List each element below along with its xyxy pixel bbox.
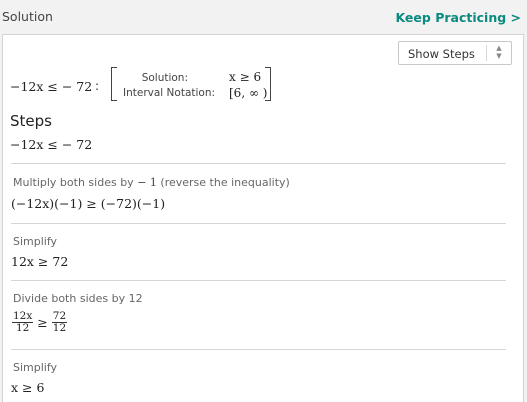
step-divider	[11, 223, 506, 224]
solution-label: Solution:	[141, 72, 188, 84]
step-divider	[11, 349, 506, 350]
step-3-expression: 12x 12 ≥ 72 12	[11, 311, 68, 334]
arrow-down-icon: ▼	[496, 52, 502, 60]
solution-header: Solution Keep Practicing >	[0, 0, 527, 34]
steps-initial-expression: −12x ≤ − 72	[10, 137, 93, 152]
step-4-label[interactable]: Simplify	[13, 361, 57, 374]
solution-panel: Show Steps ▲ ▼ −12x ≤ − 72 : Solution: x…	[2, 34, 524, 402]
dropdown-separator	[486, 45, 487, 61]
step-2-expression: 12x ≥ 72	[11, 254, 69, 269]
keep-practicing-link[interactable]: Keep Practicing >	[395, 10, 521, 25]
step-1-label-suffix: (reverse the inequality)	[160, 176, 290, 189]
fraction-right: 72 12	[51, 311, 68, 334]
show-steps-label: Show Steps	[408, 47, 475, 61]
solution-value: x ≥ 6	[229, 70, 262, 84]
fraction-right-denominator: 12	[52, 322, 67, 334]
left-bracket	[111, 67, 117, 101]
show-steps-dropdown[interactable]: Show Steps ▲ ▼	[398, 41, 512, 65]
relation-symbol: ≥	[37, 315, 48, 330]
fraction-left: 12x 12	[12, 311, 34, 334]
step-2-label[interactable]: Simplify	[13, 235, 57, 248]
step-divider	[11, 163, 506, 164]
solution-title: Solution	[2, 9, 53, 24]
problem-expression: −12x ≤ − 72	[10, 79, 93, 94]
steps-heading: Steps	[10, 112, 52, 130]
fraction-left-denominator: 12	[15, 322, 30, 334]
arrow-up-icon: ▲	[496, 44, 502, 52]
step-3-label[interactable]: Divide both sides by 12	[13, 292, 143, 305]
interval-notation-value: [6, ∞ )	[229, 86, 268, 100]
summary-separator: :	[95, 79, 100, 93]
step-1-label-prefix: Multiply both sides by	[13, 176, 134, 189]
step-1-label-value: − 1	[137, 176, 157, 189]
step-1-label[interactable]: Multiply both sides by − 1 (reverse the …	[13, 176, 290, 189]
right-bracket	[265, 67, 271, 101]
interval-notation-label: Interval Notation:	[123, 87, 216, 99]
step-1-expression: (−12x)(−1) ≥ (−72)(−1)	[11, 196, 166, 211]
step-divider	[11, 280, 506, 281]
up-down-arrows-icon: ▲ ▼	[493, 44, 505, 60]
step-4-expression: x ≥ 6	[11, 380, 45, 395]
